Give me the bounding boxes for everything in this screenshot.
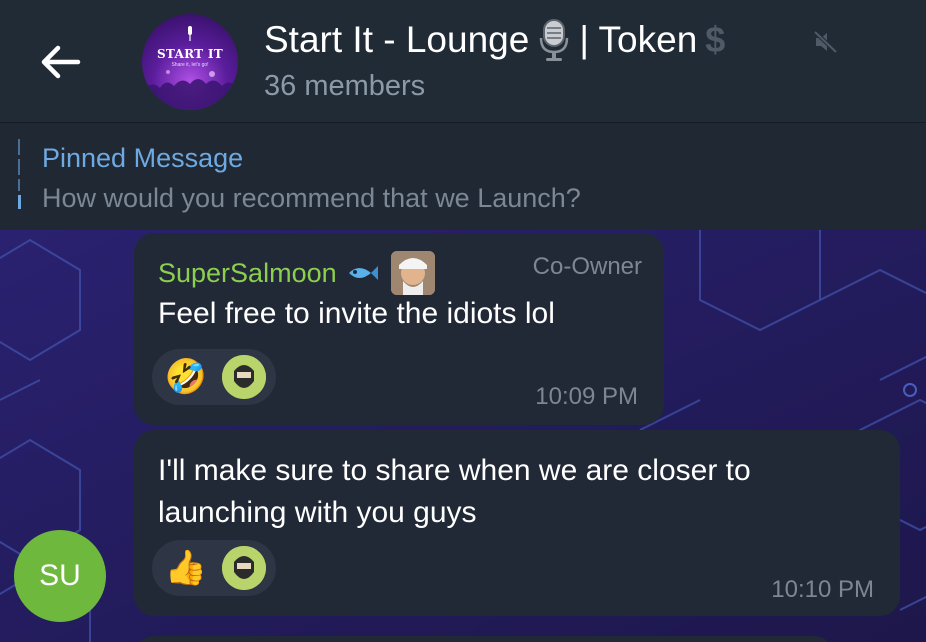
reactor-avatar bbox=[222, 355, 266, 399]
user-avatar-initials: SU bbox=[39, 559, 81, 592]
pinned-indicator-icon bbox=[18, 139, 21, 209]
chat-title-text: Start It - Lounge bbox=[264, 19, 530, 60]
message-time: 10:10 PM bbox=[771, 576, 874, 603]
message-text: I'll make sure to share when we are clos… bbox=[158, 454, 751, 529]
message-sender[interactable]: SuperSalmoon bbox=[158, 251, 435, 295]
chat-title-suffix: | Token bbox=[579, 19, 698, 60]
reaction-chip[interactable]: 👍 bbox=[152, 540, 276, 596]
message-bubble-partial[interactable] bbox=[134, 636, 834, 642]
reaction-chip[interactable]: 🤣 bbox=[152, 349, 276, 405]
message-text: Feel free to invite the idiots lol bbox=[158, 297, 555, 330]
pinned-text: How would you recommend that we Launch? bbox=[42, 183, 581, 213]
fish-emoji-icon bbox=[348, 266, 378, 280]
back-arrow-icon[interactable] bbox=[38, 42, 84, 82]
reaction-emoji: 👍 bbox=[164, 549, 208, 587]
member-count: 36 members bbox=[264, 70, 426, 102]
pinned-message-bar[interactable]: Pinned Message How would you recommend t… bbox=[0, 122, 926, 231]
sender-custom-emoji-photo bbox=[390, 251, 435, 295]
message-bubble[interactable]: SuperSalmoon Co-Owner Feel free to invit… bbox=[134, 233, 664, 425]
group-avatar[interactable]: START IT Share it, let's go! bbox=[142, 14, 238, 110]
reaction-emoji: 🤣 bbox=[164, 358, 208, 396]
microphone-emoji-icon bbox=[540, 19, 569, 61]
sender-role: Co-Owner bbox=[532, 253, 642, 280]
dollar-icon: $ bbox=[705, 19, 726, 60]
chat-title[interactable]: Start It - Lounge | Token $ bbox=[264, 18, 725, 62]
chat-area[interactable]: SuperSalmoon Co-Owner Feel free to invit… bbox=[0, 230, 926, 642]
reactor-avatar bbox=[222, 546, 266, 590]
muted-speaker-icon bbox=[813, 30, 838, 54]
crowd-silhouette bbox=[142, 70, 238, 110]
message-time: 10:09 PM bbox=[535, 383, 638, 410]
user-avatar[interactable]: SU bbox=[14, 530, 106, 622]
message-bubble[interactable]: I'll make sure to share when we are clos… bbox=[134, 430, 900, 616]
pinned-label: Pinned Message bbox=[42, 143, 244, 173]
sender-name: SuperSalmoon bbox=[158, 257, 337, 288]
chat-header: START IT Share it, let's go! Start It - … bbox=[0, 0, 926, 122]
